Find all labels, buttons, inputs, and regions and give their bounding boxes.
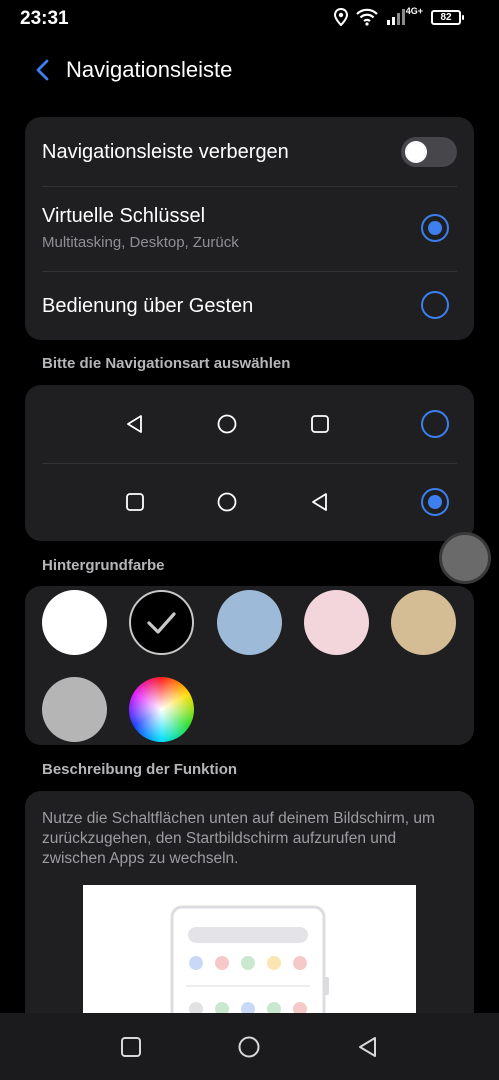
color-card [25, 586, 474, 745]
color-wheel-icon[interactable] [129, 677, 194, 742]
color-pink[interactable] [304, 590, 369, 655]
header: Navigationsleiste [0, 50, 499, 90]
layout-card [25, 385, 474, 541]
nav-options-card: Navigationsleiste verbergen Virtuelle Sc… [25, 117, 474, 340]
home-icon [217, 492, 237, 512]
back-icon [312, 493, 327, 511]
color-section-label: Hintergrundfarbe [42, 557, 165, 574]
hide-nav-toggle[interactable] [401, 137, 457, 167]
floating-assist-button[interactable] [439, 532, 491, 584]
layout-1-radio[interactable] [421, 410, 449, 438]
virtual-keys-subtitle: Multitasking, Desktop, Zurück [42, 234, 239, 251]
page-title: Navigationsleiste [66, 57, 233, 82]
description-text: Nutze die Schaltflächen unten auf deinem… [42, 810, 435, 867]
gestures-row[interactable]: Bedienung über Gesten [42, 272, 457, 340]
color-gray[interactable] [42, 677, 107, 742]
chevron-left-icon[interactable] [30, 56, 58, 84]
color-blue[interactable] [217, 590, 282, 655]
location-icon [333, 8, 348, 26]
layout-option-1[interactable] [42, 385, 457, 463]
gestures-title: Bedienung über Gesten [42, 295, 254, 317]
signal-icon [386, 9, 405, 25]
color-white[interactable] [42, 590, 107, 655]
gestures-radio[interactable] [421, 291, 449, 319]
hide-nav-label: Navigationsleiste verbergen [42, 141, 289, 163]
toggle-knob [405, 141, 427, 163]
layout-option-2[interactable] [42, 464, 457, 541]
recents-icon[interactable] [119, 1035, 143, 1059]
network-type: 4G+ [405, 6, 423, 16]
virtual-keys-row[interactable]: Virtuelle Schlüssel Multitasking, Deskto… [42, 187, 457, 271]
virtual-keys-title: Virtuelle Schlüssel [42, 205, 206, 227]
status-icons: 4G+ 82 [333, 6, 464, 26]
back-icon [127, 415, 142, 433]
battery-icon: 82 [431, 9, 464, 25]
back-icon[interactable] [356, 1035, 380, 1059]
battery-level: 82 [440, 11, 452, 23]
recents-icon [311, 415, 329, 433]
virtual-keys-radio[interactable] [421, 214, 449, 242]
color-beige[interactable] [391, 590, 456, 655]
status-bar: 23:31 4G+ 82 [0, 0, 499, 38]
phone-illustration [83, 885, 416, 1025]
status-time: 23:31 [20, 8, 69, 29]
check-icon [147, 612, 176, 634]
hide-nav-row[interactable]: Navigationsleiste verbergen [42, 117, 457, 187]
description-label: Beschreibung der Funktion [42, 761, 238, 778]
color-black[interactable] [129, 590, 194, 655]
home-icon[interactable] [237, 1035, 261, 1059]
system-nav-bar [0, 1013, 499, 1080]
layout-section-label: Bitte die Navigationsart auswählen [42, 355, 291, 372]
wifi-icon [355, 8, 378, 26]
phone-illustration-image [170, 905, 329, 1025]
recents-icon [126, 493, 144, 511]
description-card: Nutze die Schaltflächen unten auf deinem… [25, 791, 474, 1031]
layout-2-radio[interactable] [421, 488, 449, 516]
home-icon [217, 414, 237, 434]
